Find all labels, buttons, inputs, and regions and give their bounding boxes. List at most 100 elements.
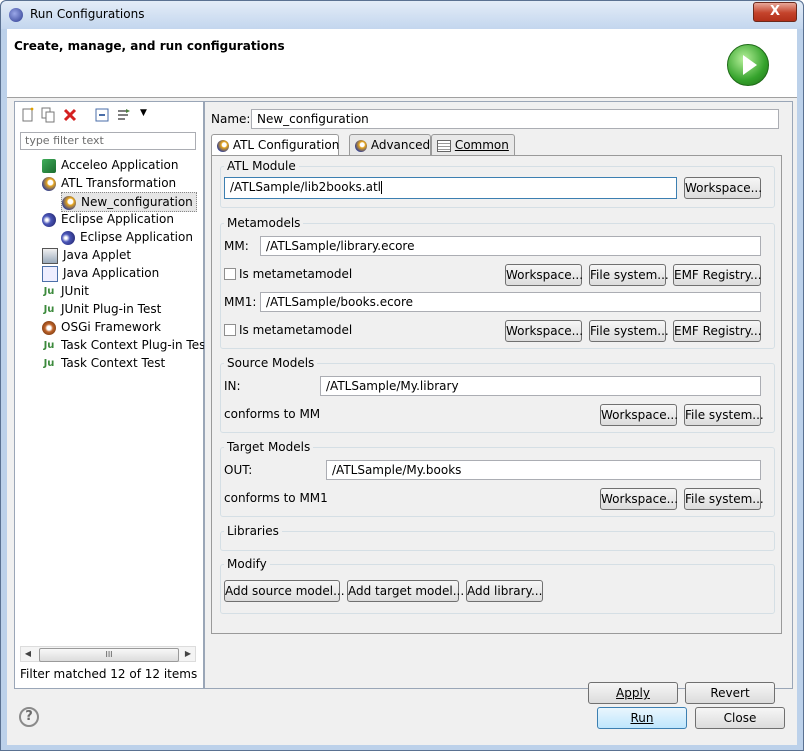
tree-item-label: Eclipse Application — [80, 230, 193, 244]
run-button[interactable]: Run — [597, 707, 687, 729]
mm1-file-system-button[interactable]: File system... — [589, 320, 669, 342]
atl-icon — [217, 139, 229, 152]
configuration-editor-pane: Name: New_configuration ATL Configuratio… — [204, 101, 793, 704]
mm1-is-metametamodel-checkbox[interactable] — [224, 324, 236, 336]
view-menu-chevron-down-icon[interactable]: ▼ — [140, 108, 147, 118]
mm-field[interactable]: /ATLSample/library.ecore — [260, 236, 761, 256]
atl-module-title: ATL Module — [224, 159, 299, 173]
banner-title: Create, manage, and run configurations — [14, 39, 285, 53]
tab-common[interactable]: Common — [431, 134, 515, 156]
close-button[interactable]: Close — [695, 707, 785, 729]
tree-item[interactable]: Eclipse Application — [61, 228, 193, 246]
out-file-system-button[interactable]: File system... — [684, 488, 764, 510]
in-label: IN: — [224, 379, 241, 393]
libraries-title: Libraries — [224, 524, 282, 538]
mm1-label: MM1: — [224, 295, 257, 309]
new-launch-config-icon[interactable] — [20, 107, 36, 123]
name-field[interactable]: New_configuration — [251, 109, 779, 129]
mm1-workspace-button[interactable]: Workspace... — [505, 320, 583, 342]
tree-item[interactable]: ATL Transformation — [42, 174, 176, 192]
filter-config-icon[interactable] — [116, 107, 132, 123]
mm-label: MM: — [224, 239, 249, 253]
add-library-button[interactable]: Add library... — [466, 580, 543, 602]
mm-file-system-button[interactable]: File system... — [589, 264, 669, 286]
out-workspace-button[interactable]: Workspace... — [600, 488, 678, 510]
mm1-emf-registry-button[interactable]: EMF Registry... — [673, 320, 762, 342]
out-label: OUT: — [224, 463, 253, 477]
target-models-title: Target Models — [224, 440, 314, 454]
in-field[interactable]: /ATLSample/My.library — [320, 376, 761, 396]
help-icon[interactable]: ? — [19, 707, 39, 727]
name-label: Name: — [211, 112, 251, 126]
mm-is-metametamodel-checkbox[interactable] — [224, 268, 236, 280]
eclipse-icon — [42, 212, 56, 227]
window-title: Run Configurations — [30, 7, 145, 21]
common-tab-icon — [437, 139, 451, 152]
source-models-title: Source Models — [224, 356, 318, 370]
acceleo-icon — [42, 158, 56, 173]
tree-item[interactable]: Java Application — [42, 264, 159, 282]
atl-module-field[interactable]: /ATLSample/lib2books.atl — [224, 177, 677, 199]
filter-input[interactable]: type filter text — [20, 132, 196, 150]
tree-item-label: JUnit — [61, 284, 89, 298]
modify-title: Modify — [224, 557, 270, 571]
mm1-is-metametamodel-label: Is metametamodel — [239, 323, 353, 337]
run-large-icon — [727, 44, 769, 86]
tree-item[interactable]: OSGi Framework — [42, 318, 161, 336]
title-bar: Run Configurations X — [1, 1, 803, 29]
junit-plugin-icon: Ju — [43, 303, 55, 315]
tab-advanced[interactable]: Advanced — [349, 134, 431, 156]
conforms-to-mm1-label: conforms to MM1 — [224, 491, 328, 505]
add-source-model-button[interactable]: Add source model... — [224, 580, 345, 602]
eclipse-icon — [61, 230, 75, 245]
dialog-client: Create, manage, and run configurations ▼… — [7, 29, 797, 745]
horizontal-scrollbar[interactable]: ◀ III ▶ — [20, 646, 196, 662]
tree-item[interactable]: Eclipse Application — [42, 210, 174, 228]
tree-item-label: ATL Transformation — [61, 176, 177, 190]
atl-module-workspace-button[interactable]: Workspace... — [684, 177, 762, 199]
collapse-all-icon[interactable] — [94, 107, 110, 123]
tab-label: Common — [454, 138, 509, 152]
atl-icon — [42, 176, 56, 191]
close-window-button[interactable]: X — [753, 2, 797, 22]
scroll-thumb[interactable]: III — [39, 648, 179, 662]
eclipse-icon — [9, 8, 23, 22]
tree-item-label: JUnit Plug-in Test — [61, 302, 162, 316]
in-file-system-button[interactable]: File system... — [684, 404, 764, 426]
tree-item[interactable]: Ju JUnit — [42, 282, 89, 300]
tree-item[interactable]: Ju Task Context Test — [42, 354, 166, 372]
tree-item[interactable]: New_configuration — [61, 192, 197, 212]
junit-icon: Ju — [43, 285, 55, 297]
revert-button[interactable]: Revert — [685, 682, 775, 704]
conforms-to-mm-label: conforms to MM — [224, 407, 321, 421]
out-field[interactable]: /ATLSample/My.books — [326, 460, 761, 480]
tree-item-label: Acceleo Application — [61, 158, 179, 172]
apply-button[interactable]: Apply — [588, 682, 678, 704]
mm1-field[interactable]: /ATLSample/books.ecore — [260, 292, 761, 312]
tree-item[interactable]: Ju Task Context Plug-in Test — [42, 336, 210, 354]
tab-atl-configuration[interactable]: ATL Configuration — [211, 134, 339, 157]
mm-emf-registry-button[interactable]: EMF Registry... — [673, 264, 762, 286]
in-workspace-button[interactable]: Workspace... — [600, 404, 678, 426]
left-toolbar: ▼ — [15, 102, 203, 128]
scroll-left-icon[interactable]: ◀ — [22, 648, 34, 660]
tree-item-label: Eclipse Application — [61, 212, 174, 226]
tree-item[interactable]: Ju JUnit Plug-in Test — [42, 300, 162, 318]
run-configurations-window: Run Configurations X Create, manage, and… — [0, 0, 804, 751]
tab-label: ATL Configuration — [232, 138, 340, 152]
scroll-right-icon[interactable]: ▶ — [182, 648, 194, 660]
libraries-group — [220, 531, 775, 551]
tree-item-label: Java Application — [63, 266, 160, 280]
task-test-icon: Ju — [43, 357, 55, 369]
add-target-model-button[interactable]: Add target model... — [347, 580, 464, 602]
duplicate-config-icon[interactable] — [40, 107, 56, 123]
delete-config-icon[interactable] — [62, 107, 78, 123]
applet-icon — [42, 247, 58, 264]
tree-item[interactable]: Java Applet — [42, 246, 131, 264]
atl-configuration-tab-body: ATL Module /ATLSample/lib2books.atl Work… — [211, 155, 782, 634]
tree-item[interactable]: Acceleo Application — [42, 156, 179, 174]
atl-icon — [62, 195, 76, 210]
tree-item-label: OSGi Framework — [61, 320, 161, 334]
mm-workspace-button[interactable]: Workspace... — [505, 264, 583, 286]
configuration-list-pane: ▼ type filter text Acceleo Application AT… — [14, 101, 210, 689]
